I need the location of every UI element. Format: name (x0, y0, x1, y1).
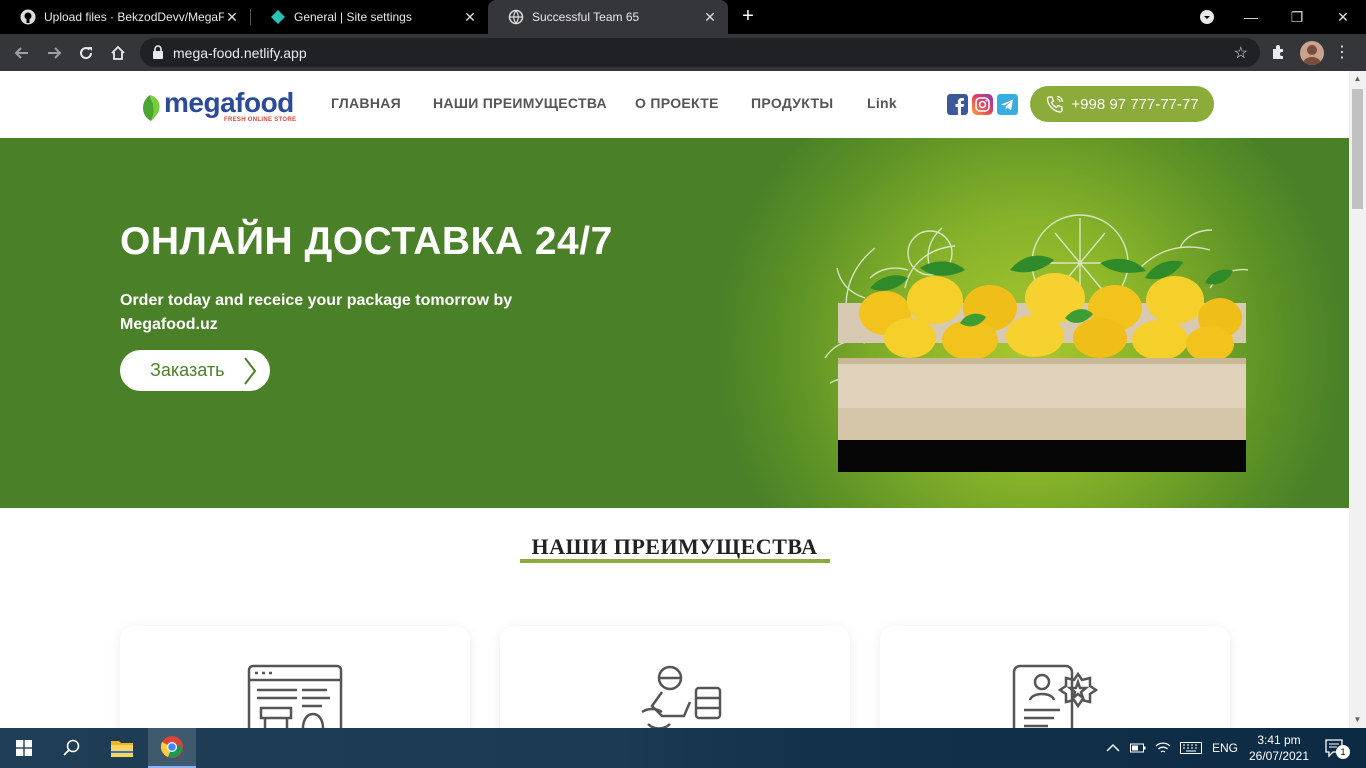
language-indicator[interactable]: ENG (1212, 728, 1238, 768)
nav-home[interactable]: ГЛАВНАЯ (331, 95, 401, 111)
advantage-card (880, 626, 1230, 728)
scroll-down-icon[interactable]: ▼ (1349, 712, 1366, 728)
hero-section: ОНЛАЙН ДОСТАВКА 24/7 Order today and rec… (0, 138, 1349, 508)
tab-title: General | Site settings (294, 10, 412, 24)
extensions-icon[interactable] (1270, 43, 1288, 66)
scroll-thumb[interactable] (1352, 89, 1363, 209)
close-icon[interactable]: ✕ (462, 9, 478, 25)
profile-avatar[interactable] (1300, 41, 1324, 65)
github-icon (20, 9, 36, 25)
close-window-button[interactable]: ✕ (1320, 0, 1366, 34)
phone-button[interactable]: +998 97 777-77-77 (1030, 86, 1214, 122)
advantage-card (500, 626, 850, 728)
show-hidden-icons[interactable] (1106, 728, 1120, 768)
advantages-title: НАШИ ПРЕИМУЩЕСТВА (531, 534, 818, 559)
more-menu-icon[interactable]: ⋮ (1334, 42, 1350, 62)
chrome-taskbar-icon[interactable] (148, 728, 196, 768)
hero-title: ОНЛАЙН ДОСТАВКА 24/7 (120, 220, 613, 263)
tab-site-settings[interactable]: General | Site settings ✕ (250, 0, 488, 34)
clock-date: 26/07/2021 (1248, 749, 1310, 763)
forward-icon[interactable] (41, 40, 67, 66)
minimize-button[interactable]: — (1228, 0, 1274, 34)
tab-title: Successful Team 65 (532, 10, 640, 24)
tab-upload-files[interactable]: Upload files · BekzodDevv/MegaF ✕ (0, 0, 251, 34)
restore-button[interactable]: ❐ (1274, 0, 1320, 34)
windows-taskbar: ENG 3:41 pm 26/07/2021 1 (0, 728, 1366, 768)
order-button-label: Заказать (150, 360, 225, 380)
phone-icon (1047, 95, 1064, 113)
tab-title: Upload files · BekzodDevv/MegaF (44, 10, 224, 24)
scroll-up-icon[interactable]: ▲ (1349, 71, 1366, 87)
close-icon[interactable]: ✕ (702, 9, 718, 25)
chevron-right-icon (244, 357, 257, 385)
url-text: mega-food.netlify.app (173, 45, 307, 61)
reload-icon[interactable] (73, 40, 99, 66)
file-explorer-icon[interactable] (98, 728, 146, 768)
telegram-icon[interactable] (997, 94, 1018, 115)
logo-tagline: FRESH ONLINE STORE (224, 117, 297, 123)
notifications-icon[interactable]: 1 (1324, 728, 1350, 768)
browser-toolbar: mega-food.netlify.app ☆ ⋮ (0, 34, 1366, 71)
wifi-icon[interactable] (1155, 728, 1171, 768)
windows-start-icon[interactable] (0, 728, 48, 768)
search-icon[interactable] (48, 728, 96, 768)
keyboard-icon[interactable] (1180, 728, 1202, 768)
system-clock[interactable]: 3:41 pm 26/07/2021 (1243, 732, 1315, 764)
advantages-underline (520, 559, 830, 563)
notification-count: 1 (1336, 745, 1350, 759)
page-viewport: megafood FRESH ONLINE STORE ГЛАВНАЯ НАШИ… (0, 71, 1349, 728)
advantage-card (120, 626, 470, 728)
phone-number: +998 97 777-77-77 (1071, 95, 1199, 113)
lemon-crate-image (824, 214, 1249, 472)
nav-products[interactable]: ПРОДУКТЫ (751, 95, 833, 111)
courier-delivery-icon (641, 665, 722, 728)
leaf-logo-icon (143, 95, 160, 121)
close-icon[interactable]: ✕ (224, 9, 240, 25)
nav-advantages[interactable]: НАШИ ПРЕИМУЩЕСТВА (433, 95, 607, 111)
back-icon[interactable] (9, 40, 35, 66)
site-logo[interactable]: megafood FRESH ONLINE STORE (138, 87, 297, 123)
clock-time: 3:41 pm (1257, 733, 1301, 747)
facebook-icon[interactable] (947, 94, 968, 115)
netlify-icon (270, 9, 286, 25)
battery-icon[interactable] (1130, 728, 1146, 768)
tab-search-icon[interactable] (1184, 0, 1230, 34)
new-tab-button[interactable]: + (737, 5, 759, 27)
globe-icon (508, 9, 524, 25)
home-icon[interactable] (105, 40, 131, 66)
hero-subtitle: Order today and receice your package tom… (120, 292, 513, 333)
online-store-icon (247, 664, 343, 728)
instagram-icon[interactable] (972, 94, 993, 115)
lock-icon[interactable] (152, 45, 164, 64)
logo-wordmark: megafood (164, 87, 294, 118)
order-button[interactable]: Заказать (120, 350, 270, 391)
bookmark-star-icon[interactable]: ☆ (1234, 43, 1248, 63)
page-scrollbar[interactable]: ▲ ▼ (1349, 71, 1366, 728)
tab-successful-team[interactable]: Successful Team 65 ✕ (488, 0, 728, 34)
browser-tab-strip: Upload files · BekzodDevv/MegaF ✕ Genera… (0, 0, 1366, 34)
site-header: megafood FRESH ONLINE STORE ГЛАВНАЯ НАШИ… (0, 71, 1349, 138)
address-bar[interactable]: mega-food.netlify.app ☆ (140, 38, 1260, 67)
certificate-icon (1012, 664, 1099, 728)
nav-about[interactable]: О ПРОЕКТЕ (635, 95, 719, 111)
nav-link[interactable]: Link (867, 95, 897, 111)
